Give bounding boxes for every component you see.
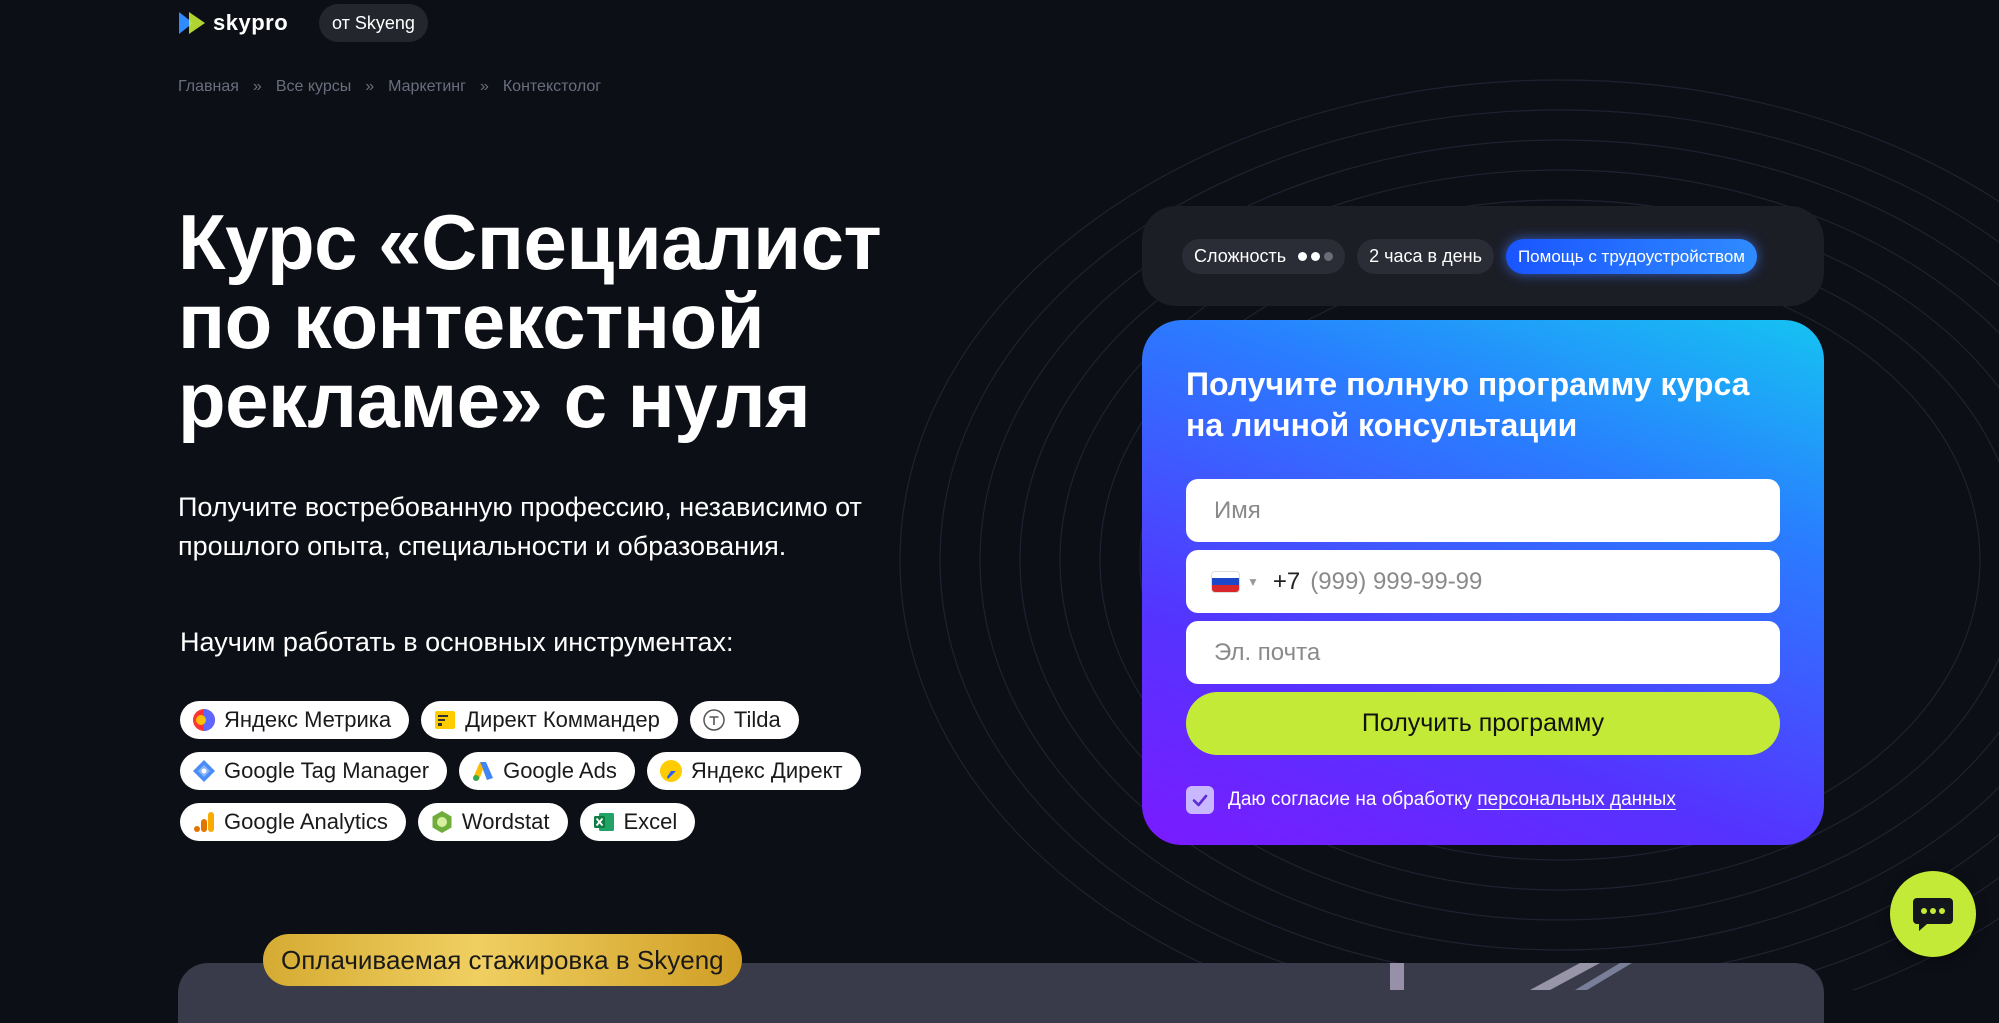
tool-chip-direct-commander: Директ Коммандер bbox=[421, 701, 678, 739]
breadcrumb-home[interactable]: Главная bbox=[178, 78, 239, 96]
from-skyeng-badge[interactable]: от Skyeng bbox=[319, 4, 428, 42]
tool-chip-wordstat: Wordstat bbox=[417, 803, 568, 841]
difficulty-dots bbox=[1298, 252, 1334, 261]
tools-list: Яндекс Метрика Директ Коммандер Tilda Go… bbox=[180, 701, 900, 854]
tool-chip-yandex-metrika: Яндекс Метрика bbox=[180, 701, 410, 739]
email-field bbox=[1186, 621, 1780, 684]
skypro-logo[interactable]: skypro bbox=[179, 10, 288, 36]
tool-label: Wordstat bbox=[461, 809, 550, 834]
tools-heading: Научим работать в основных инструментах: bbox=[180, 627, 734, 657]
breadcrumb-separator: » bbox=[479, 78, 489, 95]
get-program-button[interactable]: Получить программу bbox=[1186, 692, 1780, 755]
tilda-icon bbox=[703, 709, 725, 731]
hero-subtitle: Получите востребованную профессию, незав… bbox=[178, 492, 862, 561]
check-icon bbox=[1192, 794, 1208, 807]
difficulty-dot bbox=[1324, 252, 1334, 261]
tool-label: Яндекс Директ bbox=[690, 758, 843, 783]
yandex-metrika-icon bbox=[193, 709, 215, 731]
yandex-direct-icon bbox=[659, 760, 682, 782]
hours-tag: 2 часа в день bbox=[1357, 239, 1494, 274]
breadcrumb-current: Контекстолог bbox=[502, 78, 602, 95]
internship-badge: Оплачиваемая стажировка в Skyeng bbox=[263, 934, 742, 986]
breadcrumb-separator: » bbox=[365, 78, 375, 95]
tool-chip-excel: Excel bbox=[579, 803, 696, 841]
tool-label: Google Ads bbox=[503, 758, 617, 783]
google-tag-manager-icon bbox=[193, 760, 215, 782]
russia-flag-icon[interactable] bbox=[1212, 571, 1239, 592]
course-info-card: Сложность 2 часа в день Помощь с трудоус… bbox=[1142, 206, 1824, 306]
personal-data-link[interactable]: персональных данных bbox=[1477, 789, 1675, 810]
google-analytics-icon bbox=[194, 812, 214, 832]
tool-chip-tilda: Tilda bbox=[689, 701, 799, 739]
chat-button[interactable] bbox=[1890, 871, 1976, 957]
difficulty-dot bbox=[1311, 252, 1321, 261]
tools-row: Google Analytics Wordstat Excel bbox=[180, 803, 900, 841]
name-field bbox=[1186, 479, 1780, 542]
tools-row: Google Tag Manager Google Ads Яндекс Дир… bbox=[180, 752, 900, 790]
phone-field: ▼ +7 bbox=[1186, 550, 1780, 613]
difficulty-label: Сложность bbox=[1194, 246, 1287, 266]
tool-chip-google-tag-manager: Google Tag Manager bbox=[180, 752, 448, 790]
consent-text: Даю согласие на обработку персональных д… bbox=[1228, 789, 1676, 811]
tools-row: Яндекс Метрика Директ Коммандер Tilda bbox=[180, 701, 900, 739]
chat-icon bbox=[1913, 898, 1953, 931]
tool-label: Excel bbox=[623, 809, 678, 834]
direct-commander-icon bbox=[435, 711, 456, 729]
decorative-stripes bbox=[1390, 963, 1632, 990]
wordstat-icon bbox=[432, 811, 452, 833]
skypro-logo-icon bbox=[179, 12, 205, 34]
course-info-tags: Сложность 2 часа в день Помощь с трудоус… bbox=[1182, 239, 1757, 274]
tool-chip-google-analytics: Google Analytics bbox=[180, 803, 406, 841]
tool-label: Tilda bbox=[733, 707, 781, 732]
breadcrumb-separator: » bbox=[252, 78, 262, 95]
google-ads-icon bbox=[473, 762, 494, 781]
phone-dial-code: +7 bbox=[1272, 567, 1301, 595]
name-input[interactable] bbox=[1186, 479, 1780, 542]
page-title: Курс «Специалист по контекстной рекламе»… bbox=[178, 198, 882, 444]
breadcrumb-marketing[interactable]: Маркетинг bbox=[388, 78, 466, 96]
tool-label: Google Tag Manager bbox=[224, 758, 430, 783]
breadcrumb-all-courses[interactable]: Все курсы bbox=[276, 78, 351, 96]
difficulty-dot bbox=[1298, 252, 1308, 261]
chevron-down-icon[interactable]: ▼ bbox=[1247, 575, 1259, 589]
form-title: Получите полную программу курса на лично… bbox=[1186, 366, 1750, 443]
phone-input[interactable] bbox=[1300, 550, 1780, 613]
consent-row: Даю согласие на обработку персональных д… bbox=[1186, 786, 1676, 814]
tool-chip-yandex-direct: Яндекс Директ bbox=[646, 752, 861, 790]
consent-label: Даю согласие на обработку bbox=[1228, 789, 1473, 810]
difficulty-tag: Сложность bbox=[1182, 239, 1346, 274]
tool-label: Google Analytics bbox=[224, 809, 388, 834]
tool-label: Директ Коммандер bbox=[465, 707, 660, 732]
excel-icon bbox=[593, 813, 614, 831]
email-input[interactable] bbox=[1186, 621, 1780, 684]
tool-chip-google-ads: Google Ads bbox=[459, 752, 635, 790]
logo-text: skypro bbox=[213, 10, 289, 35]
tool-label: Яндекс Метрика bbox=[224, 707, 392, 732]
job-help-tag[interactable]: Помощь с трудоустройством bbox=[1505, 239, 1757, 274]
consent-checkbox[interactable] bbox=[1186, 786, 1214, 814]
breadcrumb: Главная » Все курсы » Маркетинг » Контек… bbox=[178, 78, 601, 96]
consultation-form: Получите полную программу курса на лично… bbox=[1142, 320, 1824, 845]
